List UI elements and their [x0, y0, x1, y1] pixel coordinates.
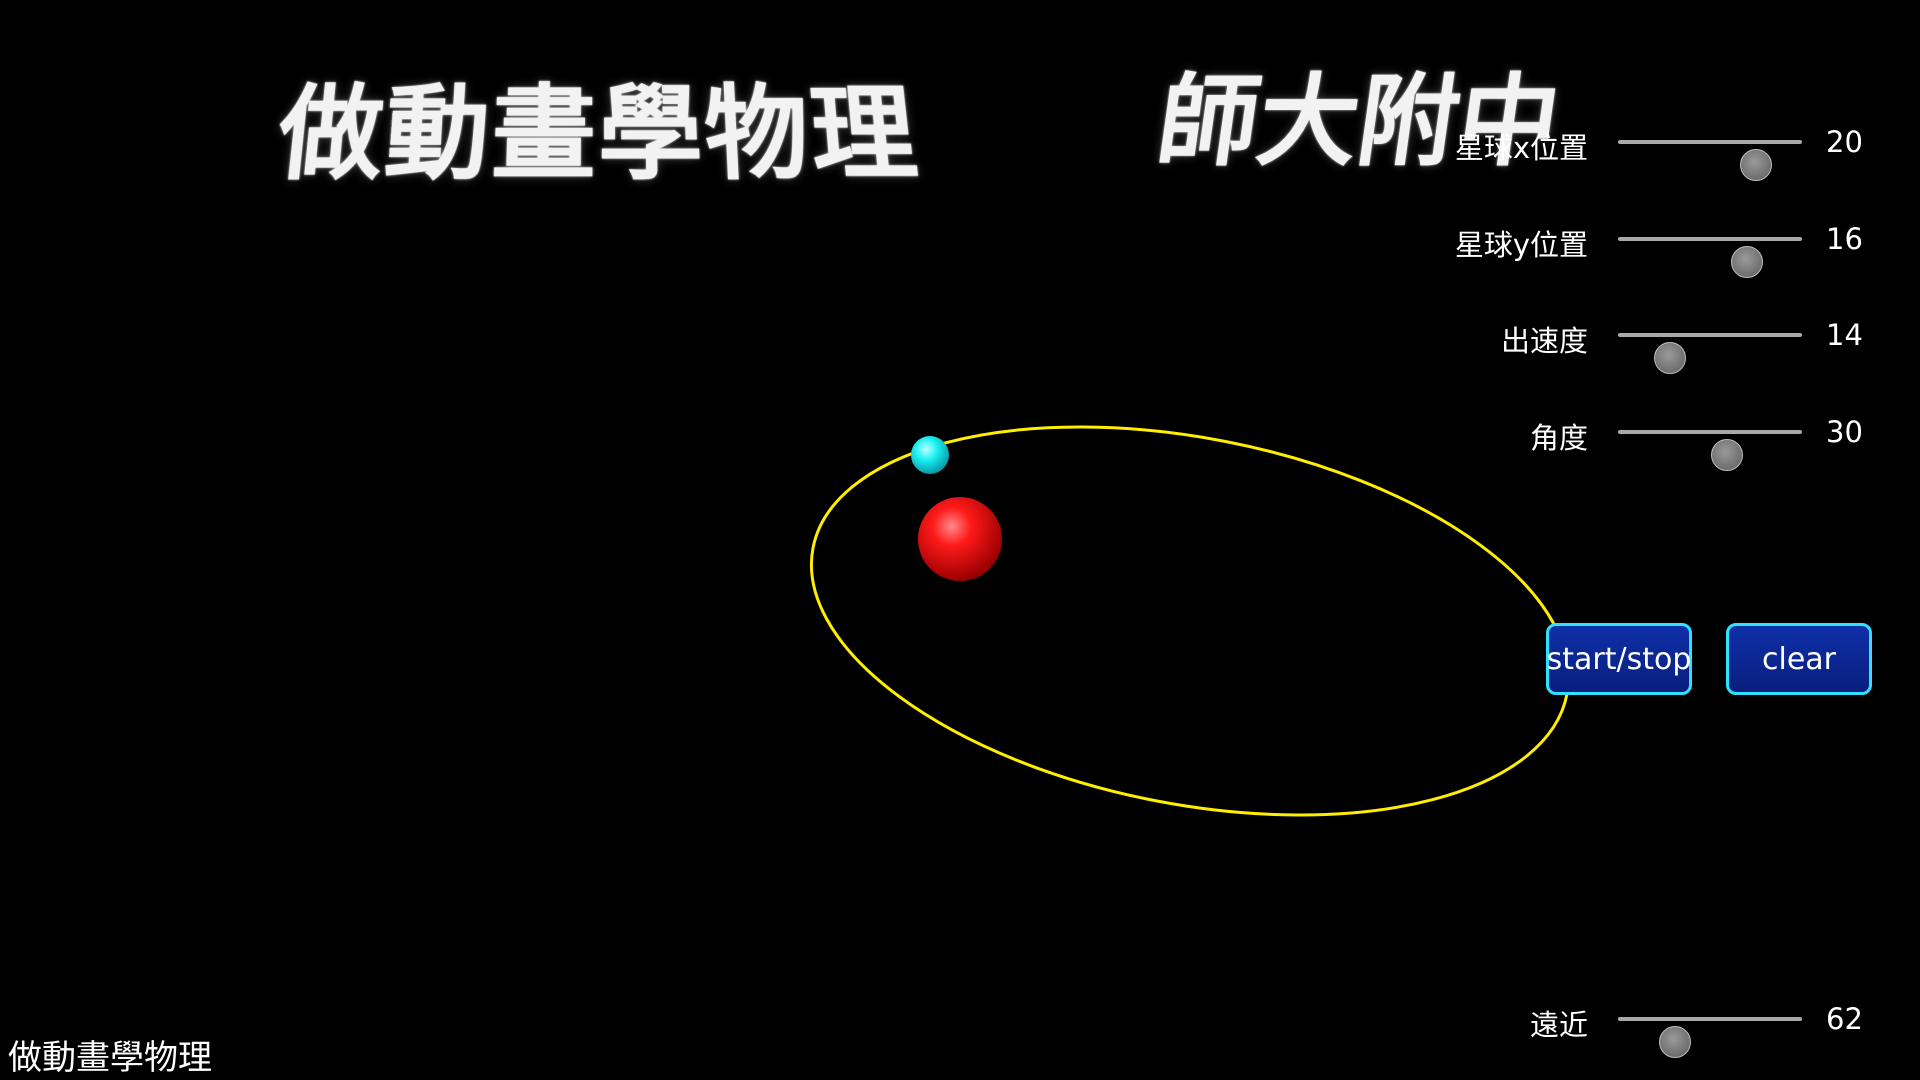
slider-value: 30: [1826, 415, 1863, 449]
slider-label: 星球y位置: [1455, 222, 1588, 264]
slider-zoom: 遠近 62: [1360, 994, 1880, 1044]
central-star: [918, 497, 1002, 581]
slider-track[interactable]: [1618, 237, 1802, 241]
slider-track[interactable]: [1618, 430, 1802, 434]
slider-thumb[interactable]: [1659, 1026, 1691, 1058]
slider-star-x: 星球x位置 20: [1360, 117, 1880, 167]
simulation-stage: 做動畫學物理 師大附中 星球x位置 20 星球y位置 16 出速度 14 角度 …: [0, 0, 1920, 1080]
slider-track[interactable]: [1618, 140, 1802, 144]
slider-star-y: 星球y位置 16: [1360, 214, 1880, 264]
slider-thumb[interactable]: [1731, 246, 1763, 278]
slider-label: 出速度: [1501, 318, 1588, 360]
slider-label: 角度: [1530, 415, 1588, 457]
slider-track[interactable]: [1618, 333, 1802, 337]
slider-label: 星球x位置: [1455, 125, 1588, 167]
slider-angle: 角度 30: [1360, 407, 1880, 457]
orbiting-planet: [911, 436, 949, 474]
slider-value: 14: [1826, 318, 1863, 352]
slider-thumb[interactable]: [1654, 342, 1686, 374]
slider-thumb[interactable]: [1740, 149, 1772, 181]
slider-track[interactable]: [1618, 1017, 1802, 1021]
banner-title-left: 做動畫學物理: [271, 51, 924, 200]
slider-value: 20: [1826, 125, 1863, 159]
footer-label: 做動畫學物理: [8, 1030, 212, 1079]
slider-initial-speed: 出速度 14: [1360, 310, 1880, 360]
slider-label: 遠近: [1530, 1002, 1588, 1044]
slider-value: 16: [1826, 222, 1863, 256]
start-stop-button[interactable]: start/stop: [1546, 623, 1692, 695]
slider-thumb[interactable]: [1711, 439, 1743, 471]
slider-value: 62: [1826, 1002, 1863, 1036]
clear-button[interactable]: clear: [1726, 623, 1872, 695]
